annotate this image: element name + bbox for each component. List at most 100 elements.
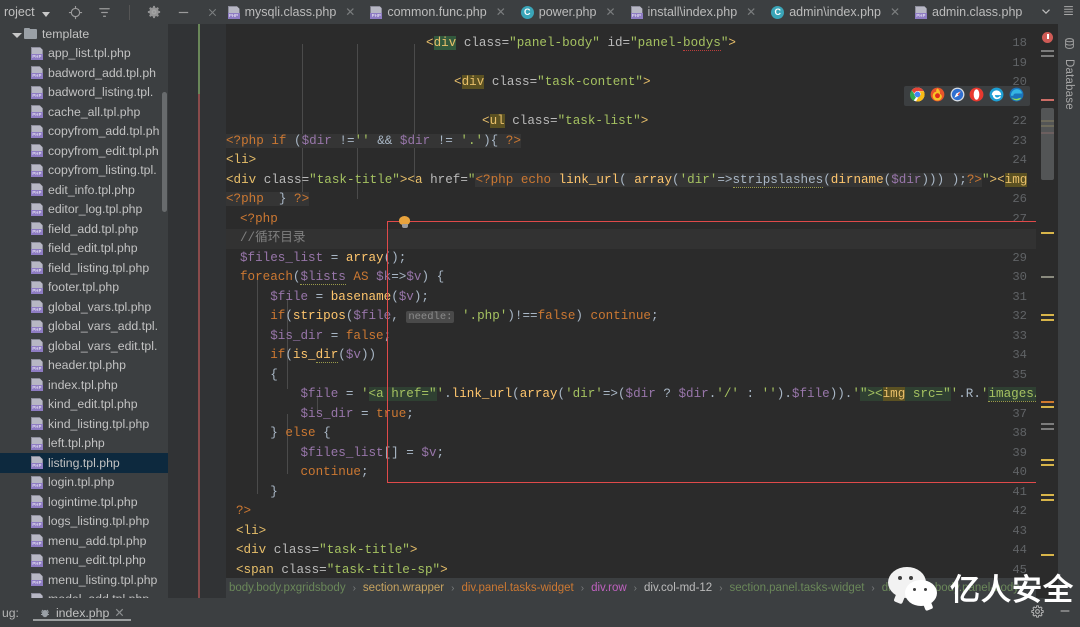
close-icon[interactable]: ✕ [605, 5, 615, 19]
close-icon[interactable]: ✕ [1031, 5, 1033, 19]
tree-file-12[interactable]: PHP footer.tpl.php [0, 278, 168, 298]
code-line-34[interactable]: if(is_dir($v)) [240, 346, 376, 366]
code-line-31[interactable]: $file = basename($v); [240, 288, 429, 308]
code-line-24[interactable]: <li> [226, 151, 256, 171]
tree-file-22[interactable]: PHP login.tpl.php [0, 473, 168, 493]
tree-file-13[interactable]: PHP global_vars.tpl.php [0, 297, 168, 317]
tree-file-5[interactable]: PHP copyfrom_edit.tpl.ph [0, 141, 168, 161]
tree-file-8[interactable]: PHP editor_log.tpl.php [0, 200, 168, 220]
close-icon[interactable]: ✕ [746, 5, 756, 19]
editor-scrollbar-thumb[interactable] [1041, 108, 1054, 180]
tree-node-template[interactable]: template [0, 24, 168, 44]
tool-window-database[interactable]: Database [1058, 38, 1080, 110]
breadcrumb-item-4[interactable]: div.col-md-12 [641, 582, 715, 594]
editor-tab-2[interactable]: Cpower.php ✕ [513, 0, 623, 24]
editor-tab-5[interactable]: PHP admin.class.php ✕ [907, 0, 1033, 24]
tree-file-7[interactable]: PHP edit_info.tpl.php [0, 180, 168, 200]
tree-file-15[interactable]: PHP global_vars_edit.tpl. [0, 336, 168, 356]
code-line-42[interactable]: ?> [236, 502, 251, 522]
code-editor[interactable]: 1819202122232425262728293031323334353637… [168, 24, 1058, 598]
tree-file-1[interactable]: PHP badword_add.tpl.ph [0, 63, 168, 83]
breadcrumb-item-0[interactable]: body.body.pxgridsbody [226, 582, 349, 594]
tree-file-28[interactable]: PHPmodel_add.tpl.php [0, 590, 168, 598]
tree-file-18[interactable]: PHP kind_edit.tpl.php [0, 395, 168, 415]
breadcrumb-item-6[interactable]: div#panel-body.panel-body [879, 582, 1022, 594]
code-line-36[interactable]: $file = '<a href="'.link_url(array('dir'… [240, 385, 1036, 405]
code-line-27[interactable]: <?php [240, 210, 278, 230]
code-line-25[interactable]: <div class="task-title"><a href="<?php e… [226, 171, 1036, 191]
chevron-down-icon[interactable] [1039, 4, 1053, 21]
editor-tab-1[interactable]: PHP common.func.php ✕ [362, 0, 512, 24]
opera-icon[interactable] [969, 87, 984, 105]
code-line-28[interactable]: //循环目录 [240, 229, 306, 249]
code-line-37[interactable]: $is_dir = true; [240, 405, 413, 425]
gear-icon[interactable] [147, 5, 162, 20]
tree-file-4[interactable]: PHP copyfrom_add.tpl.ph [0, 122, 168, 142]
tree-file-14[interactable]: PHP global_vars_add.tpl. [0, 317, 168, 337]
firefox-icon[interactable] [930, 87, 945, 105]
editor-gutter[interactable] [168, 24, 226, 598]
tree-file-10[interactable]: PHP field_edit.tpl.php [0, 239, 168, 259]
tree-file-2[interactable]: PHP badword_listing.tpl. [0, 83, 168, 103]
code-line-44[interactable]: <div class="task-title"> [236, 541, 417, 561]
close-icon[interactable]: ✕ [890, 5, 900, 19]
editor-tab-4[interactable]: Cadmin\index.php ✕ [763, 0, 907, 24]
code-line-33[interactable]: $is_dir = false; [240, 327, 391, 347]
code-line-20[interactable]: <div class="task-content"> [454, 73, 651, 93]
code-content[interactable]: <div class="panel-body" id="panel-bodys"… [226, 24, 1036, 598]
tree-file-20[interactable]: PHP left.tpl.php [0, 434, 168, 454]
tree-file-0[interactable]: PHP app_list.tpl.php [0, 44, 168, 64]
close-icon[interactable]: ✕ [496, 5, 506, 19]
intention-bulb-icon[interactable] [398, 216, 411, 229]
code-line-18[interactable]: <div class="panel-body" id="panel-bodys"… [426, 34, 736, 54]
tree-file-3[interactable]: PHP cache_all.tpl.php [0, 102, 168, 122]
right-tool-strip[interactable]: Database [1058, 24, 1080, 598]
code-line-23[interactable]: <?php if ($dir !='' && $dir != '.'){ ?> [226, 132, 521, 152]
sidebar-scrollbar[interactable] [162, 92, 167, 212]
tree-file-11[interactable]: PHP field_listing.tpl.php [0, 258, 168, 278]
ie-icon[interactable] [989, 87, 1004, 105]
expand-triangle-icon[interactable] [12, 27, 24, 41]
code-line-43[interactable]: <li> [236, 522, 266, 542]
chrome-icon[interactable] [910, 87, 925, 105]
project-tree-panel[interactable]: template PHP app_list.tpl.php PHP badword_a… [0, 24, 168, 598]
collapse-all-icon[interactable] [97, 5, 112, 20]
tree-file-17[interactable]: PHP index.tpl.php [0, 375, 168, 395]
breadcrumb-item-1[interactable]: section.wrapper [360, 582, 447, 594]
code-line-26[interactable]: <?php } ?> [226, 190, 310, 210]
code-line-32[interactable]: if(stripos($file, needle: '.php')!==fals… [240, 307, 659, 327]
editor-marker-bar[interactable] [1036, 24, 1058, 598]
code-line-30[interactable]: foreach($lists AS $k=>$v) { [240, 268, 444, 288]
project-selector[interactable]: roject [0, 5, 50, 19]
locate-icon[interactable] [68, 5, 83, 20]
code-line-41[interactable]: } [240, 483, 278, 503]
code-line-38[interactable]: } else { [240, 424, 331, 444]
close-icon[interactable] [205, 5, 220, 20]
project-file-list[interactable]: PHP app_list.tpl.php PHP badword_add.tpl.ph… [0, 44, 168, 598]
safari-icon[interactable] [950, 87, 965, 105]
code-line-29[interactable]: $files_list = array(); [240, 249, 406, 269]
tree-file-21[interactable]: PHP listing.tpl.php [0, 453, 168, 473]
close-icon[interactable]: ✕ [114, 606, 124, 620]
code-line-22[interactable]: <ul class="task-list"> [482, 112, 648, 132]
breadcrumb-item-2[interactable]: div.panel.tasks-widget [458, 582, 576, 594]
tree-file-19[interactable]: PHP kind_listing.tpl.php [0, 414, 168, 434]
gear-icon[interactable] [1031, 604, 1044, 621]
tree-file-6[interactable]: PHP copyfrom_listing.tpl. [0, 161, 168, 181]
tree-file-27[interactable]: PHP menu_listing.tpl.php [0, 570, 168, 590]
minimize-icon[interactable] [1058, 604, 1072, 621]
code-line-35[interactable]: { [240, 366, 278, 386]
editor-tab-0[interactable]: PHP mysqli.class.php ✕ [220, 0, 363, 24]
tree-file-23[interactable]: PHP logintime.tpl.php [0, 492, 168, 512]
breadcrumb-item-3[interactable]: div.row [588, 582, 630, 594]
tab-list-icon[interactable] [1063, 4, 1074, 21]
tree-file-9[interactable]: PHP field_add.tpl.php [0, 219, 168, 239]
minimize-icon[interactable] [176, 5, 191, 20]
error-status-icon[interactable] [1042, 32, 1053, 43]
code-line-40[interactable]: continue; [240, 463, 368, 483]
edge-icon[interactable] [1009, 87, 1024, 105]
tree-file-26[interactable]: PHP menu_edit.tpl.php [0, 551, 168, 571]
breadcrumb-item-5[interactable]: section.panel.tasks-widget [727, 582, 868, 594]
editor-tab-bar[interactable]: PHP mysqli.class.php ✕ PHP common.func.php ✕ C… [220, 0, 1033, 24]
editor-tab-3[interactable]: PHP install\index.php ✕ [623, 0, 764, 24]
